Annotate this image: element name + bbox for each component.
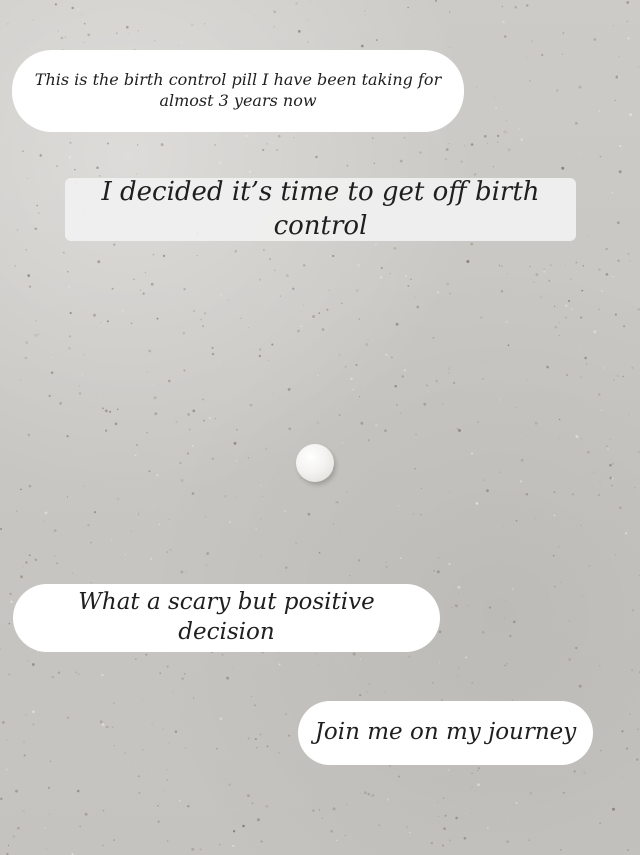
caption-line-1: This is the birth control pill I have be… <box>34 70 442 90</box>
birth-control-pill <box>296 444 334 482</box>
caption-bubble-decision: I decided it’s time to get off birth con… <box>65 176 576 241</box>
caption-bubble-journey: Join me on my journey <box>298 701 593 765</box>
caption-bubble-pill-intro: This is the birth control pill I have be… <box>12 50 464 132</box>
caption-text-pill-intro: This is the birth control pill I have be… <box>35 70 441 112</box>
caption-bubble-scary-positive: What a scary but positive decision <box>13 584 440 652</box>
caption-line-2: almost 3 years now <box>159 91 317 110</box>
caption-text-journey: Join me on my journey <box>314 719 577 746</box>
caption-text-decision: I decided it’s time to get off birth con… <box>101 176 540 241</box>
caption-text-scary-positive: What a scary but positive decision <box>78 589 375 645</box>
